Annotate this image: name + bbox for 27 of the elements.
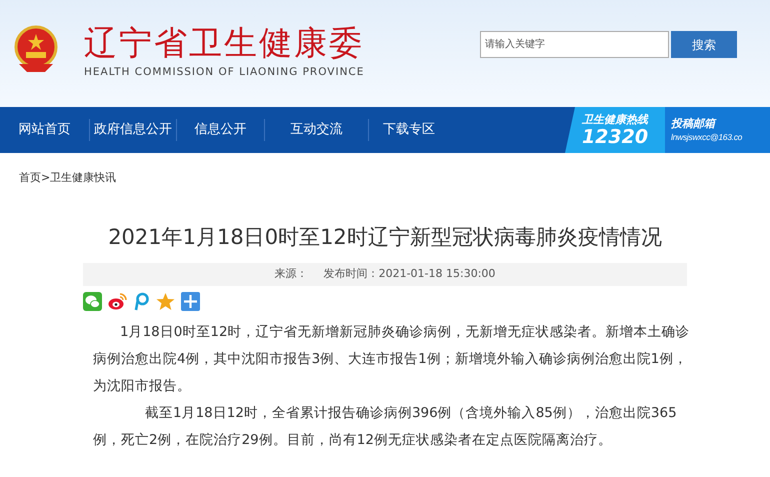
emblem-icon [13, 24, 59, 74]
article-title: 2021年1月18日0时至12时辽宁新型冠状病毒肺炎疫情情况 [107, 224, 663, 250]
breadcrumb-link[interactable]: 首页 [19, 170, 41, 186]
hotline-number: 12320 [582, 126, 648, 148]
letter-p-icon[interactable] [133, 292, 150, 311]
plus-icon[interactable] [181, 292, 200, 311]
nav-link[interactable]: 下载专区 [369, 120, 449, 140]
star-icon[interactable] [156, 292, 175, 311]
nav-link[interactable]: 互动交流 [265, 120, 368, 140]
article-paragraph: 1月18日0时至12时，辽宁省无新增新冠肺炎确诊病例，无新增无症状感染者。新增本土确诊病例治愈出院4例，其中沈阳市报告3例、大连市报告1例；新增境外输入确诊病例治愈出院1例，为沈阳市报告。 [93, 323, 691, 396]
eye-shape-icon[interactable] [108, 292, 127, 311]
hotline-label: 卫生健康热线 [582, 112, 648, 126]
nav-link[interactable]: 网站首页 [0, 120, 89, 140]
publish-time: 发布时间：2021-01-18 15:30:00 [324, 266, 496, 282]
source-label: 来源： [274, 266, 308, 282]
mailbox-label: 投稿邮箱 [671, 116, 718, 130]
nav-link[interactable]: 政府信息公开 [90, 120, 176, 140]
breadcrumb-link[interactable]: 卫生健康快讯 [50, 170, 116, 186]
search-button[interactable]: 搜索 [671, 31, 737, 58]
site-subtitle: HEALTH COMMISSION OF LIAONING PROVINCE [84, 65, 364, 80]
mailbox-address: lnwsjswxcc@163.co [671, 130, 744, 144]
breadcrumb-separator: > [41, 170, 50, 186]
nav-link[interactable]: 信息公开 [177, 120, 264, 140]
article-paragraph: 截至1月18日12时，全省累计报告确诊病例396例（含境外输入85例），治愈出院365例，死亡2例，在院治疗29例。目前，尚有12例无症状感染者在定点医院隔离治疗。 [93, 404, 678, 450]
chat-bubbles-icon[interactable] [83, 292, 102, 311]
search-field[interactable]: 请输入关键字 [480, 31, 669, 58]
site-title: 辽宁省卫生健康委 [84, 23, 364, 63]
